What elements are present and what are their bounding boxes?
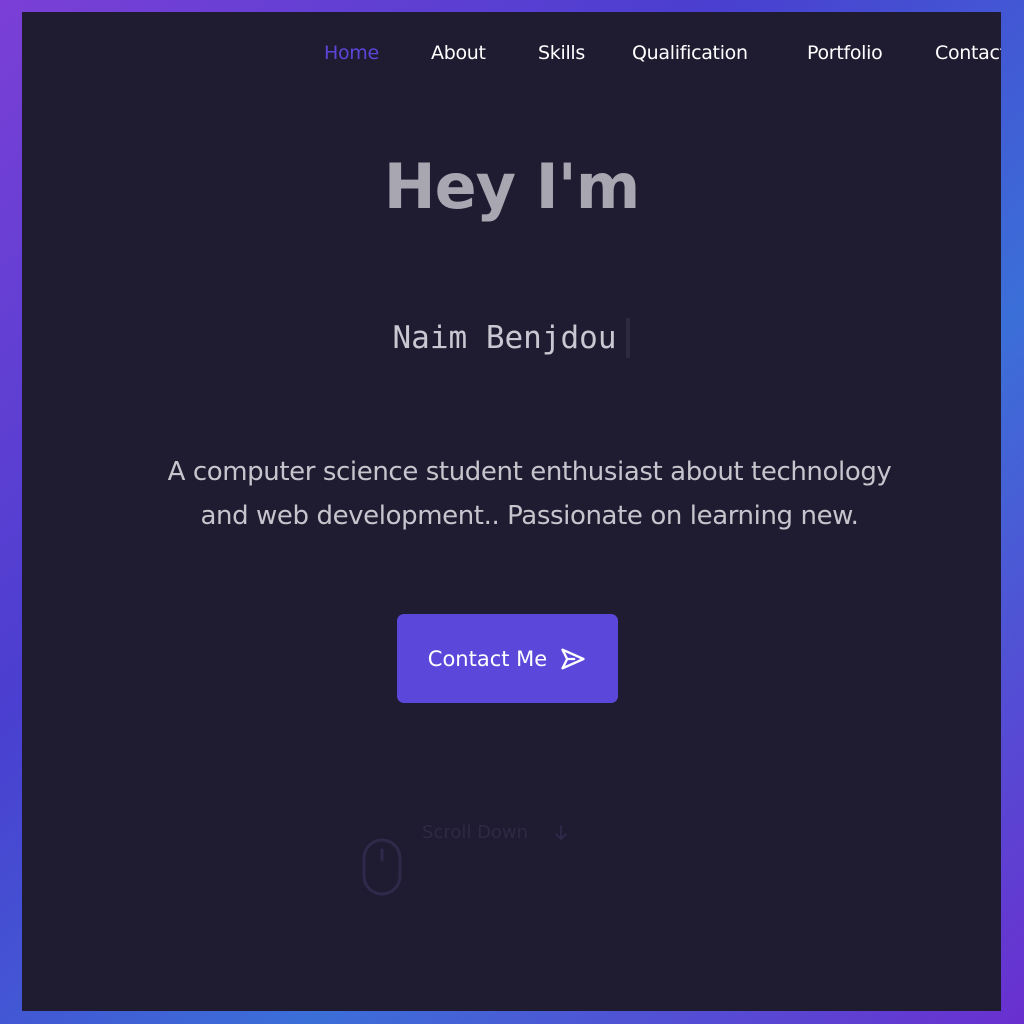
hero-greeting: Hey I'm bbox=[383, 150, 641, 223]
nav-item-home[interactable]: Home bbox=[324, 42, 379, 64]
nav-item-portfolio[interactable]: Portfolio bbox=[807, 42, 883, 64]
nav-item-qualification[interactable]: Qualification bbox=[632, 42, 748, 64]
arrow-down-icon bbox=[555, 825, 567, 840]
top-nav: Home About Skills Qualification Portfoli… bbox=[22, 42, 1001, 72]
contact-me-label: Contact Me bbox=[427, 646, 548, 671]
contact-me-button[interactable]: Contact Me bbox=[397, 614, 618, 703]
nav-item-contact[interactable]: Contact bbox=[935, 42, 1001, 64]
nav-item-skills[interactable]: Skills bbox=[538, 42, 585, 64]
scroll-down-label[interactable]: Scroll Down bbox=[422, 822, 528, 843]
nav-item-about[interactable]: About bbox=[431, 42, 486, 64]
mouse-icon bbox=[362, 838, 402, 896]
hero-description: A computer science student enthusiast ab… bbox=[167, 457, 892, 531]
send-icon bbox=[561, 648, 585, 669]
typed-name-container: Naim Benjdou bbox=[22, 318, 1001, 358]
typing-cursor bbox=[626, 318, 631, 358]
hero-name: Naim Benjdou bbox=[392, 320, 617, 356]
page-frame: Home About Skills Qualification Portfoli… bbox=[22, 12, 1001, 1011]
